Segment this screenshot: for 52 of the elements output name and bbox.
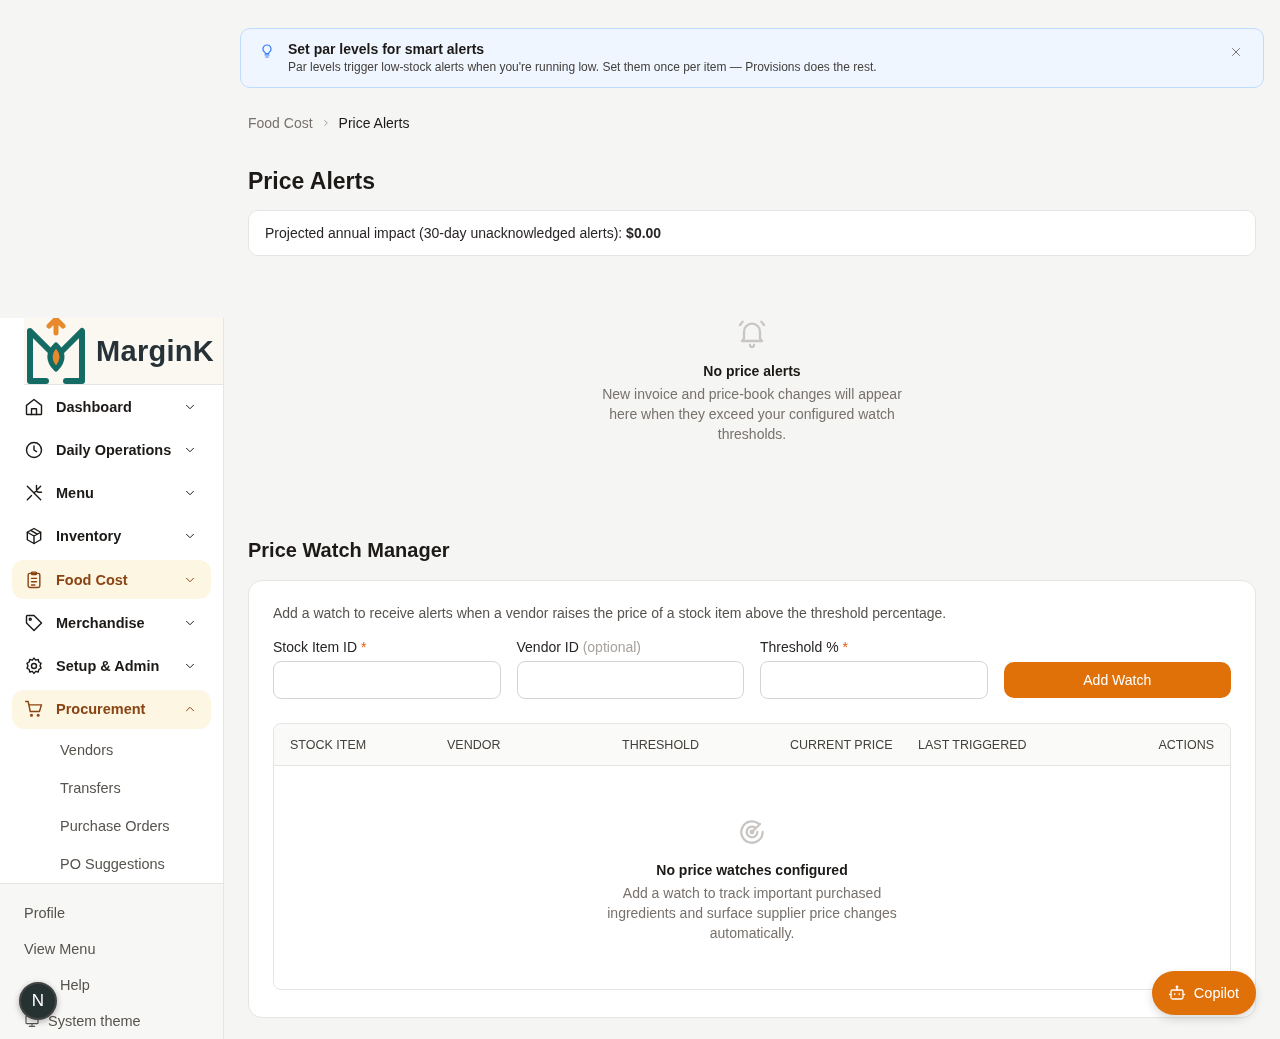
banner-text: Par levels trigger low-stock alerts when you're running low. Set them once per item — Provisions does the rest. [288, 60, 878, 74]
tag-icon [24, 612, 44, 633]
nav-item[interactable]: Food Cost [12, 560, 211, 600]
clock-icon [24, 439, 44, 460]
input-field[interactable] [273, 661, 501, 699]
banner-title: Set par levels for smart alerts [288, 41, 486, 57]
cart-icon [24, 699, 44, 720]
nav-item[interactable]: Dashboard [12, 387, 211, 427]
nav-item[interactable]: Procurement [12, 689, 211, 729]
breadcrumb-link[interactable]: Food Cost [248, 115, 313, 131]
column-header: LAST TRIGGERED [918, 737, 1028, 752]
box-icon [24, 526, 44, 547]
column-header: THRESHOLD [622, 737, 701, 752]
footer-link[interactable]: Profile [0, 895, 223, 931]
nav-item[interactable]: Merchandise [12, 603, 211, 643]
logo-mark-icon [24, 318, 88, 384]
nav-item[interactable]: Daily Operations [12, 430, 211, 470]
nav-subitem[interactable]: Transfers [12, 769, 211, 807]
home-icon [24, 396, 44, 417]
nav-item[interactable]: Menu [12, 473, 211, 513]
column-header: CURRENT PRICE [790, 737, 894, 752]
column-header: ACTIONS [1157, 737, 1214, 752]
input-field[interactable] [516, 661, 744, 699]
field-label: Threshold % * [760, 639, 849, 655]
close-icon [1229, 45, 1243, 59]
nav-subitem[interactable]: Vendors [12, 731, 211, 769]
close-button[interactable] [1229, 45, 1243, 59]
brand-name: MarginK [96, 334, 215, 368]
lightbulb-icon [259, 42, 275, 60]
impact-summary: Projected annual impact (30-day unacknowledged alerts): $0.00 [248, 210, 1256, 256]
input-field[interactable] [760, 661, 988, 699]
clipboard-icon [24, 569, 44, 590]
settings-icon [24, 656, 44, 677]
robot-icon [1167, 984, 1186, 1002]
empty-state-title: No price watches configured [656, 862, 848, 878]
column-header: VENDOR [447, 737, 502, 752]
column-header: STOCK ITEM [290, 737, 368, 752]
nav-item[interactable]: Setup & Admin [12, 646, 211, 686]
empty-state-title: No price alerts [703, 363, 801, 379]
nav-item[interactable]: Inventory [12, 516, 211, 556]
empty-state-text: New invoice and price-book changes will appear here when they exceed your configured watch thresholds. [601, 385, 903, 444]
page-title: Price Alerts [248, 168, 376, 195]
field-label: Vendor ID (optional) [516, 639, 643, 655]
bell-icon [736, 317, 768, 349]
section-description: Add a watch to receive alerts when a vendor raises the price of a stock item above the threshold percentage. [273, 605, 948, 621]
field-label: Stock Item ID * [273, 639, 368, 655]
nav-subitem[interactable]: Purchase Orders [12, 807, 211, 845]
footer-link[interactable]: Help [60, 967, 90, 1003]
footer-link[interactable]: View Menu [0, 931, 223, 967]
empty-state-text: Add a watch to track important purchased ingredients and surface supplier price changes automatically. [606, 884, 898, 943]
section-title: Price Watch Manager [248, 539, 451, 562]
nav-subitem[interactable]: PO Suggestions [12, 845, 211, 883]
